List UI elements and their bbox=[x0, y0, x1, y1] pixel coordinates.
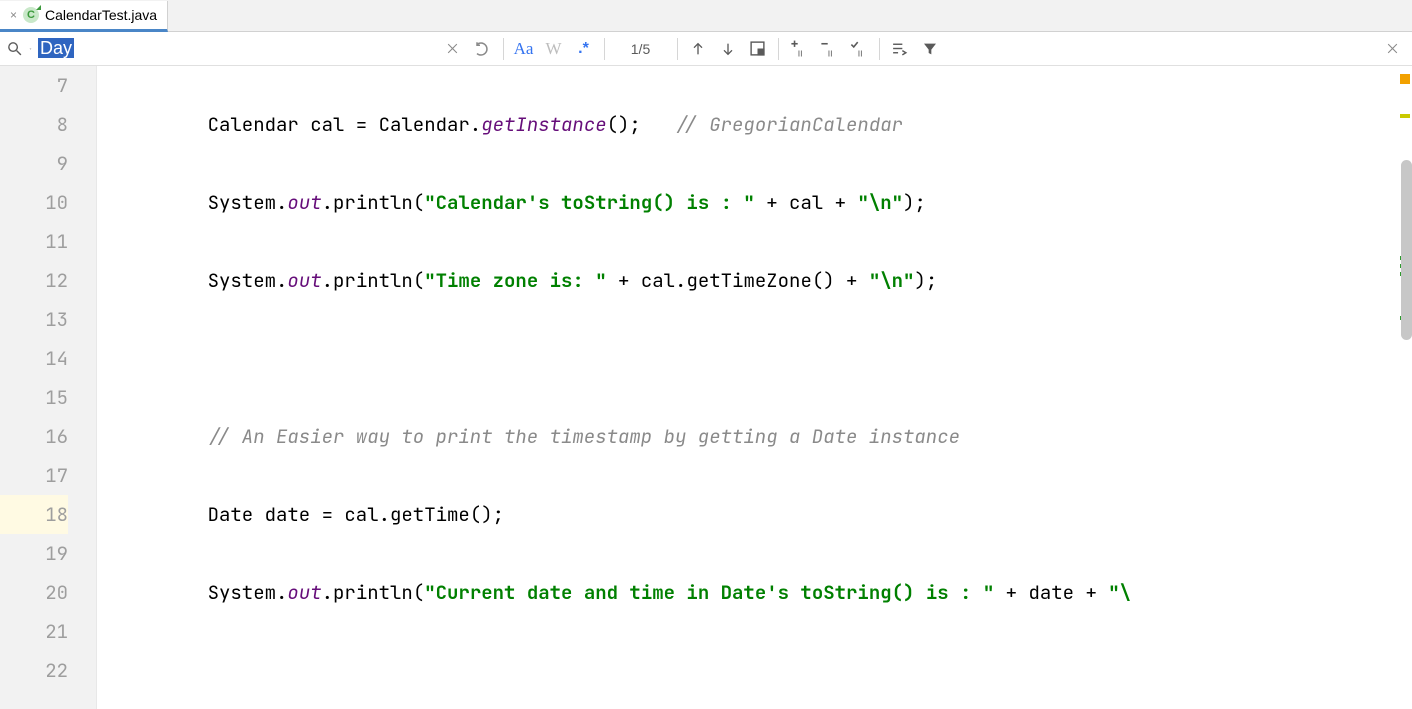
line-gutter: 7 8 9 10 11 12 13 14 15 16 17 18 19 20 2… bbox=[0, 66, 97, 709]
vertical-scrollbar[interactable] bbox=[1401, 160, 1412, 340]
code-editor[interactable]: 7 8 9 10 11 12 13 14 15 16 17 18 19 20 2… bbox=[0, 66, 1412, 709]
line-number: 7 bbox=[0, 66, 68, 105]
marker[interactable] bbox=[1400, 114, 1410, 118]
code-line bbox=[105, 339, 1398, 378]
svg-text:II: II bbox=[798, 48, 803, 58]
line-number: 10 bbox=[0, 183, 68, 222]
line-number: 11 bbox=[0, 222, 68, 261]
line-number: 15 bbox=[0, 378, 68, 417]
match-counter: 1/5 bbox=[611, 41, 671, 57]
search-box[interactable]: ▼ Day bbox=[6, 36, 437, 62]
close-findbar-icon[interactable] bbox=[1378, 35, 1406, 63]
line-number: 13 bbox=[0, 300, 68, 339]
code-line bbox=[105, 651, 1398, 690]
code-area[interactable]: Calendar cal = Calendar.getInstance(); /… bbox=[97, 66, 1398, 709]
select-all-icon[interactable]: II bbox=[845, 35, 873, 63]
line-number: 9 bbox=[0, 144, 68, 183]
filter-icon[interactable] bbox=[916, 35, 944, 63]
code-line: Date date = cal.getTime(); bbox=[105, 495, 1398, 534]
code-line: Calendar cal = Calendar.getInstance(); /… bbox=[105, 105, 1398, 144]
select-all-occurrences-icon[interactable] bbox=[744, 35, 772, 63]
prev-match-icon[interactable] bbox=[684, 35, 712, 63]
next-match-icon[interactable] bbox=[714, 35, 742, 63]
open-in-find-window-icon[interactable] bbox=[886, 35, 914, 63]
line-number: 14 bbox=[0, 339, 68, 378]
line-number: 12 bbox=[0, 261, 68, 300]
warning-marker[interactable] bbox=[1400, 74, 1410, 84]
code-line: System.out.println("Current date and tim… bbox=[105, 573, 1398, 612]
line-number: 22 bbox=[0, 651, 68, 690]
clear-search-icon[interactable] bbox=[439, 35, 467, 63]
remove-selection-icon[interactable]: II bbox=[815, 35, 843, 63]
find-toolbar: ▼ Day Aa W .* 1/5 II II II bbox=[0, 32, 1412, 66]
whole-word-toggle[interactable]: W bbox=[540, 35, 568, 63]
search-history-icon[interactable] bbox=[469, 35, 497, 63]
svg-text:II: II bbox=[858, 48, 863, 58]
line-number: 19 bbox=[0, 534, 68, 573]
code-line: System.out.println("Calendar's toString(… bbox=[105, 183, 1398, 222]
add-selection-icon[interactable]: II bbox=[785, 35, 813, 63]
search-icon bbox=[6, 40, 23, 57]
editor-tabbar: × C CalendarTest.java bbox=[0, 0, 1412, 32]
line-number: 18 bbox=[0, 495, 68, 534]
line-number: 8 bbox=[0, 105, 68, 144]
line-number: 21 bbox=[0, 612, 68, 651]
line-number: 17 bbox=[0, 456, 68, 495]
code-line: System.out.println("Time zone is: " + ca… bbox=[105, 261, 1398, 300]
tab-filename: CalendarTest.java bbox=[45, 7, 157, 23]
close-tab-icon[interactable]: × bbox=[10, 8, 17, 22]
file-tab[interactable]: × C CalendarTest.java bbox=[0, 1, 168, 32]
line-number: 20 bbox=[0, 573, 68, 612]
code-line: // An Easier way to print the timestamp … bbox=[105, 417, 1398, 456]
line-number: 16 bbox=[0, 417, 68, 456]
search-input[interactable]: Day bbox=[38, 38, 74, 59]
match-case-toggle[interactable]: Aa bbox=[510, 35, 538, 63]
svg-text:II: II bbox=[828, 48, 833, 58]
regex-toggle[interactable]: .* bbox=[570, 35, 598, 63]
java-class-icon: C bbox=[23, 7, 39, 23]
